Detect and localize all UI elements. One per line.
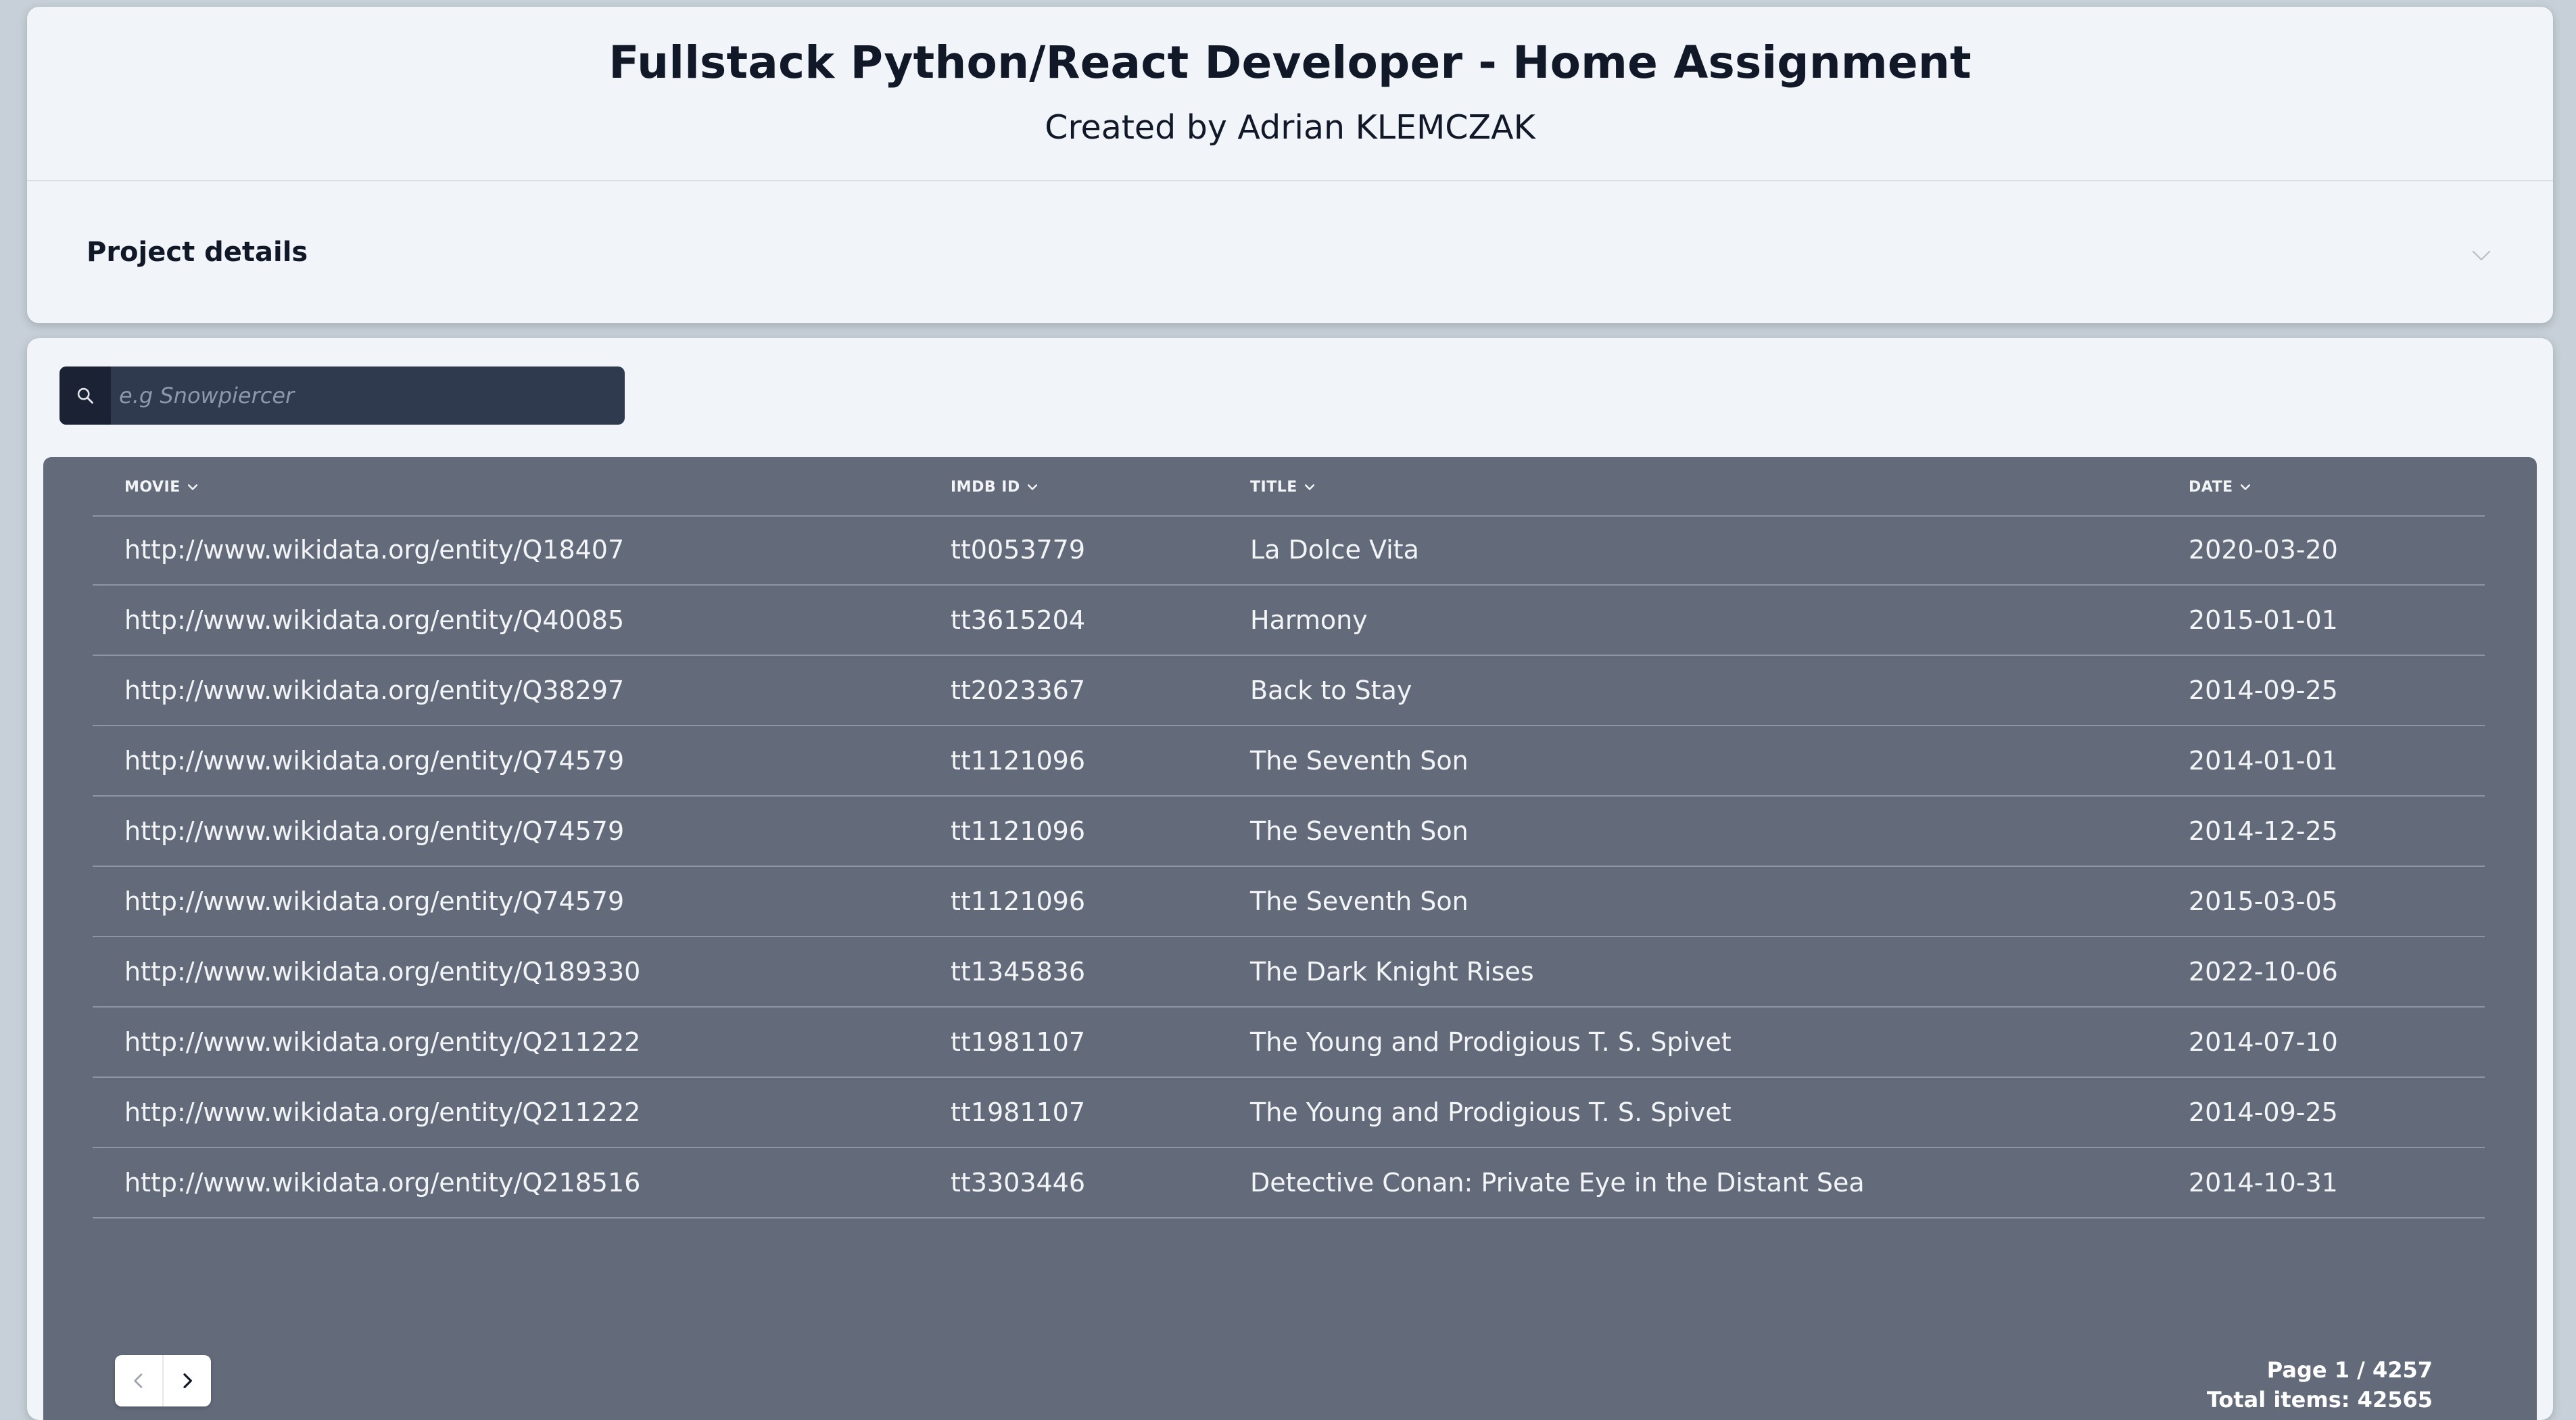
date-cell: 2022-10-06 [2189,957,2338,987]
column-header-label: TITLE [1250,478,1297,496]
movie-cell: http://www.wikidata.org/entity/Q189330 [124,957,641,987]
imdb-id-cell: tt3303446 [951,1168,1086,1198]
date-cell: 2014-01-01 [2189,746,2338,776]
chevron-down-icon [187,484,197,490]
table-row[interactable]: http://www.wikidata.org/entity/Q40085 tt… [93,586,2485,656]
table-row[interactable]: http://www.wikidata.org/entity/Q38297 tt… [93,656,2485,726]
table-row[interactable]: http://www.wikidata.org/entity/Q74579 tt… [93,867,2485,937]
column-header-label: IMDB ID [951,478,1020,496]
table-row[interactable]: http://www.wikidata.org/entity/Q74579 tt… [93,797,2485,867]
movie-cell: http://www.wikidata.org/entity/Q18407 [124,535,625,565]
imdb-id-cell: tt0053779 [951,535,1086,565]
page-subtitle: Created by Adrian KLEMCZAK [1045,108,1535,147]
date-cell: 2020-03-20 [2189,535,2338,565]
project-details-label: Project details [87,237,308,268]
title-cell: The Seventh Son [1250,886,1469,916]
imdb-id-cell: tt1121096 [951,886,1086,916]
table-row[interactable]: http://www.wikidata.org/entity/Q18407 tt… [93,515,2485,586]
title-cell: The Young and Prodigious T. S. Spivet [1250,1027,1732,1057]
pagination-controls [115,1355,211,1406]
table-row[interactable]: http://www.wikidata.org/entity/Q211222 t… [93,1008,2485,1078]
header-card: Fullstack Python/React Developer - Home … [27,7,2553,323]
column-header-date[interactable]: DATE [2189,473,2252,500]
title-cell: The Dark Knight Rises [1250,957,1534,987]
table-row[interactable]: http://www.wikidata.org/entity/Q74579 tt… [93,726,2485,797]
table-body: http://www.wikidata.org/entity/Q18407 tt… [93,515,2485,1218]
title-cell: The Seventh Son [1250,746,1469,776]
movies-table: MOVIE IMDB ID TITLE DATE http://www.wiki… [43,457,2537,1420]
title-cell: Back to Stay [1250,676,1412,705]
movie-cell: http://www.wikidata.org/entity/Q211222 [124,1097,641,1127]
date-cell: 2014-07-10 [2189,1027,2338,1057]
date-cell: 2014-09-25 [2189,1097,2338,1127]
movie-cell: http://www.wikidata.org/entity/Q38297 [124,676,625,705]
search-icon-container [59,366,111,425]
title-cell: The Young and Prodigious T. S. Spivet [1250,1097,1732,1127]
chevron-down-icon [1027,484,1037,490]
imdb-id-cell: tt1981107 [951,1097,1086,1127]
project-details-toggle[interactable]: Project details [27,181,2553,323]
imdb-id-cell: tt2023367 [951,676,1086,705]
search-icon [77,387,93,404]
main-card: MOVIE IMDB ID TITLE DATE http://www.wiki… [27,338,2553,1420]
imdb-id-cell: tt1121096 [951,746,1086,776]
column-header-label: DATE [2189,478,2233,496]
total-items: Total items: 42565 [2206,1387,2433,1413]
chevron-down-icon [2240,484,2250,490]
chevron-down-icon [2472,250,2491,261]
title-cell: La Dolce Vita [1250,535,1419,565]
page-title: Fullstack Python/React Developer - Home … [609,37,1972,89]
title-cell: Harmony [1250,605,1368,635]
date-cell: 2015-03-05 [2189,886,2338,916]
chevron-down-icon [1304,484,1314,490]
table-row[interactable]: http://www.wikidata.org/entity/Q189330 t… [93,937,2485,1008]
imdb-id-cell: tt1345836 [951,957,1086,987]
page-indicator: Page 1 / 4257 [2266,1357,2433,1383]
date-cell: 2015-01-01 [2189,605,2338,635]
search-box [59,366,625,425]
imdb-id-cell: tt3615204 [951,605,1086,635]
movie-cell: http://www.wikidata.org/entity/Q218516 [124,1168,641,1198]
movie-cell: http://www.wikidata.org/entity/Q74579 [124,816,625,846]
movie-cell: http://www.wikidata.org/entity/Q211222 [124,1027,641,1057]
title-cell: The Seventh Son [1250,816,1469,846]
next-page-button[interactable] [162,1355,211,1406]
pagination-info: Page 1 / 4257 Total items: 42565 [2207,1355,2433,1415]
imdb-id-cell: tt1981107 [951,1027,1086,1057]
date-cell: 2014-12-25 [2189,816,2338,846]
column-header-title[interactable]: TITLE [1250,473,1316,500]
date-cell: 2014-10-31 [2189,1168,2338,1198]
movie-cell: http://www.wikidata.org/entity/Q40085 [124,605,625,635]
previous-page-button[interactable] [115,1355,162,1406]
column-header-label: MOVIE [124,478,181,496]
chevron-left-icon [134,1373,143,1388]
title-cell: Detective Conan: Private Eye in the Dist… [1250,1168,1865,1198]
column-header-movie[interactable]: MOVIE [124,473,199,500]
movie-cell: http://www.wikidata.org/entity/Q74579 [124,886,625,916]
imdb-id-cell: tt1121096 [951,816,1086,846]
movie-cell: http://www.wikidata.org/entity/Q74579 [124,746,625,776]
search-input[interactable] [111,366,625,425]
column-header-imdb-id[interactable]: IMDB ID [951,473,1039,500]
table-row[interactable]: http://www.wikidata.org/entity/Q218516 t… [93,1148,2485,1218]
date-cell: 2014-09-25 [2189,676,2338,705]
chevron-right-icon [183,1373,192,1388]
table-row[interactable]: http://www.wikidata.org/entity/Q211222 t… [93,1078,2485,1148]
